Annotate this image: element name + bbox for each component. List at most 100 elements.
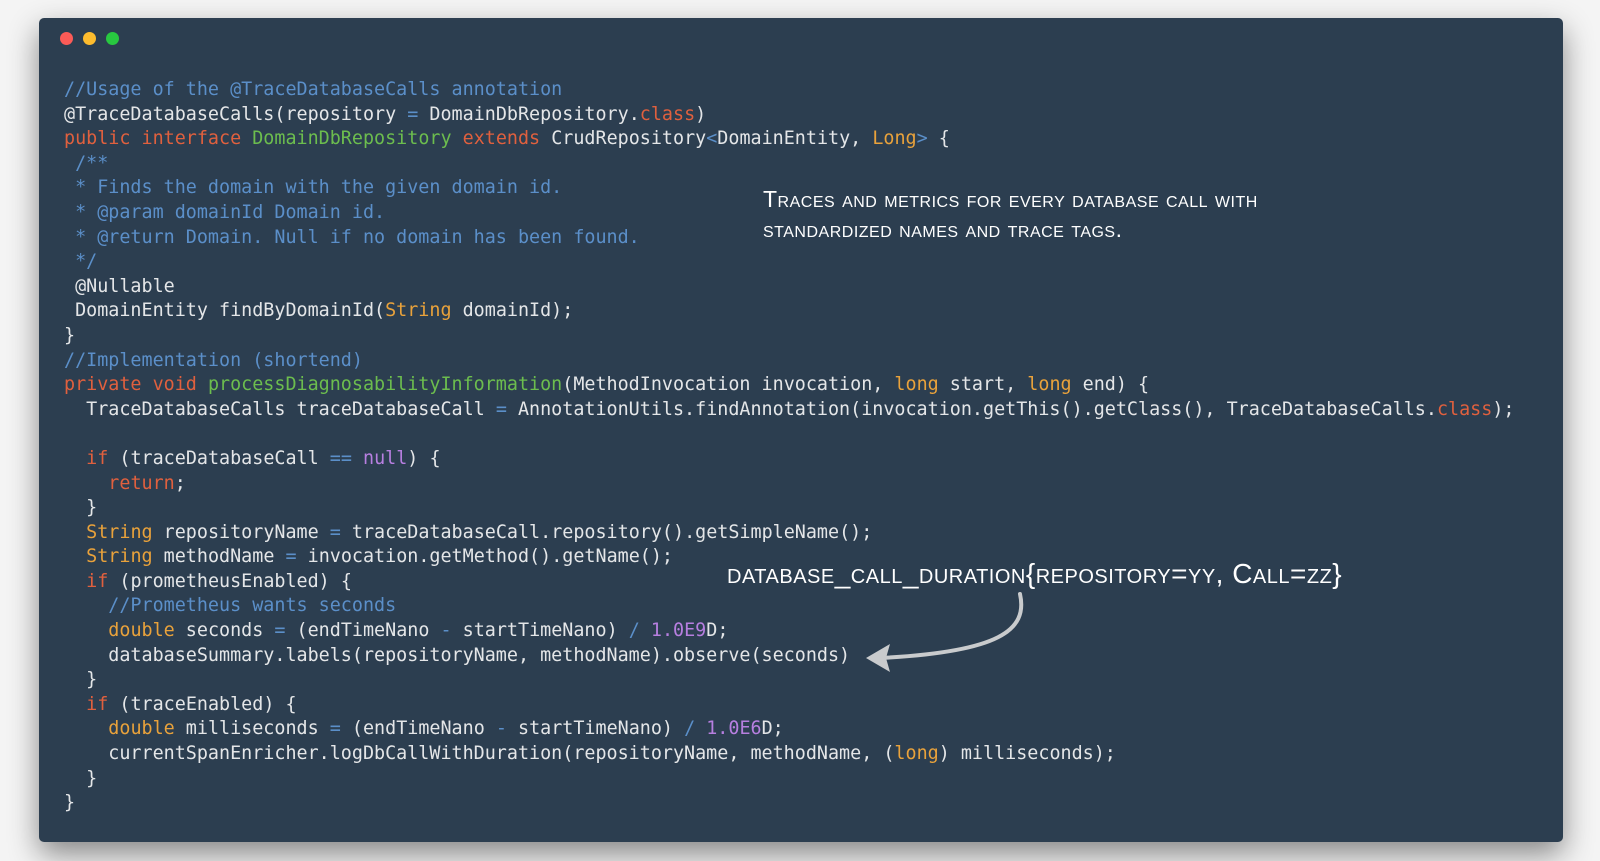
- code-token: (endTimeNano: [285, 620, 441, 642]
- code-line: if (traceDatabaseCall == null) {: [64, 447, 1514, 472]
- code-token-op: /: [628, 620, 640, 642]
- code-token: DomainEntity,: [717, 128, 873, 150]
- code-token: repositoryName: [152, 521, 330, 543]
- code-token: ;: [174, 472, 186, 494]
- code-token: }: [64, 792, 76, 814]
- code-line: double seconds = (endTimeNano - startTim…: [64, 619, 1514, 644]
- code-token: invocation.getMethod().getName();: [296, 546, 673, 568]
- code-token: ) milliseconds);: [938, 743, 1116, 765]
- code-window: //Usage of the @TraceDatabaseCalls annot…: [39, 18, 1563, 842]
- code-token: @Nullable: [64, 275, 175, 297]
- code-token-type: String: [385, 300, 452, 322]
- code-token-op: =: [495, 398, 507, 420]
- code-token: methodName: [152, 546, 286, 568]
- code-line: }: [64, 767, 1514, 792]
- code-token-num: 1.0E9: [650, 620, 707, 642]
- code-token-op: =: [285, 546, 297, 568]
- code-token: DomainDbRepository.: [418, 103, 640, 125]
- code-line: }: [64, 496, 1514, 521]
- code-token: (prometheusEnabled) {: [108, 570, 352, 592]
- code-token-comment: //Usage of the @TraceDatabaseCalls annot…: [64, 79, 563, 100]
- code-token-op: ==: [329, 447, 352, 469]
- code-token-op: =: [329, 521, 341, 543]
- code-line: public interface DomainDbRepository exte…: [64, 127, 1514, 152]
- code-token-comment: * @return Domain. Null if no domain has …: [64, 226, 640, 248]
- code-token-op: =: [274, 620, 286, 642]
- code-token-comment: /**: [64, 152, 109, 174]
- code-token-kw: class: [1436, 398, 1493, 420]
- code-token-num: 1.0E6: [706, 718, 762, 740]
- code-token: );: [1492, 398, 1515, 420]
- code-token-type: String: [86, 521, 153, 543]
- code-token-comment: //Implementation (shortend): [64, 349, 363, 371]
- curved-arrow-icon: [866, 592, 1024, 672]
- code-token-op: /: [684, 718, 696, 740]
- code-line: */: [64, 250, 1514, 275]
- code-token-type: long: [1027, 374, 1072, 396]
- code-token-name: processDiagnosabilityInformation: [207, 374, 563, 396]
- code-token: startTimeNano): [506, 718, 685, 740]
- code-token-op: -: [440, 620, 452, 642]
- code-token: DomainEntity findByDomainId(: [64, 300, 386, 322]
- code-token: databaseSummary.labels(repositoryName, m…: [64, 644, 851, 666]
- code-token: {: [927, 128, 950, 150]
- code-line: String repositoryName = traceDatabaseCal…: [64, 521, 1514, 546]
- code-token: currentSpanEnricher.logDbCallWithDuratio…: [64, 743, 895, 765]
- code-token-type: double: [108, 620, 175, 642]
- code-token: (MethodInvocation invocation,: [562, 374, 895, 396]
- code-token: (endTimeNano: [340, 718, 496, 740]
- code-token-kw: public interface: [64, 128, 253, 150]
- code-token: }: [64, 497, 98, 519]
- code-token-kw: private void: [64, 374, 208, 396]
- traces-note: Traces and metrics for every database ca…: [763, 186, 1258, 242]
- code-line: }: [64, 791, 1514, 816]
- code-token: }: [64, 669, 98, 691]
- code-line: }: [64, 668, 1514, 693]
- code-token: (traceEnabled) {: [108, 693, 297, 715]
- code-token: startTimeNano): [451, 620, 629, 642]
- code-token: D;: [706, 620, 729, 642]
- code-token-kw: if: [86, 447, 109, 469]
- code-line: }: [64, 324, 1514, 349]
- code-token: domainId);: [451, 300, 574, 322]
- code-token-op: -: [495, 718, 507, 740]
- code-token: seconds: [174, 620, 275, 642]
- minimize-button[interactable]: [83, 32, 96, 45]
- code-line: /**: [64, 152, 1514, 177]
- code-token-type: long: [894, 743, 939, 765]
- code-token: AnnotationUtils.findAnnotation(invocatio…: [506, 398, 1437, 420]
- code-token: ): [695, 103, 707, 125]
- code-token-kw: class: [639, 103, 696, 125]
- code-token-kw: if: [86, 693, 109, 715]
- code-token: end) {: [1071, 374, 1150, 396]
- code-token-comment: * @param domainId Domain id.: [64, 201, 386, 223]
- code-token-op: =: [329, 718, 341, 740]
- code-token-comment: * Finds the domain with the given domain…: [64, 177, 563, 199]
- code-token-name: DomainDbRepository: [252, 128, 452, 150]
- code-token-op: >: [916, 128, 928, 150]
- code-token-kw: extends: [451, 128, 552, 150]
- code-line: @TraceDatabaseCalls(repository = DomainD…: [64, 103, 1514, 128]
- code-line: TraceDatabaseCalls traceDatabaseCall = A…: [64, 398, 1514, 423]
- code-token: }: [64, 767, 98, 789]
- maximize-button[interactable]: [106, 32, 119, 45]
- code-token: TraceDatabaseCalls traceDatabaseCall: [64, 398, 496, 420]
- code-token-comment: //Prometheus wants seconds: [64, 595, 397, 617]
- code-token-kw: if: [86, 570, 109, 592]
- code-line: if (traceEnabled) {: [64, 693, 1514, 718]
- code-token: milliseconds: [174, 718, 330, 740]
- code-token: ) {: [407, 447, 441, 469]
- code-line: //Implementation (shortend): [64, 349, 1514, 374]
- code-line: databaseSummary.labels(repositoryName, m…: [64, 644, 1514, 669]
- close-button[interactable]: [60, 32, 73, 45]
- code-line: //Usage of the @TraceDatabaseCalls annot…: [64, 78, 1514, 103]
- code-token-op: =: [407, 103, 419, 125]
